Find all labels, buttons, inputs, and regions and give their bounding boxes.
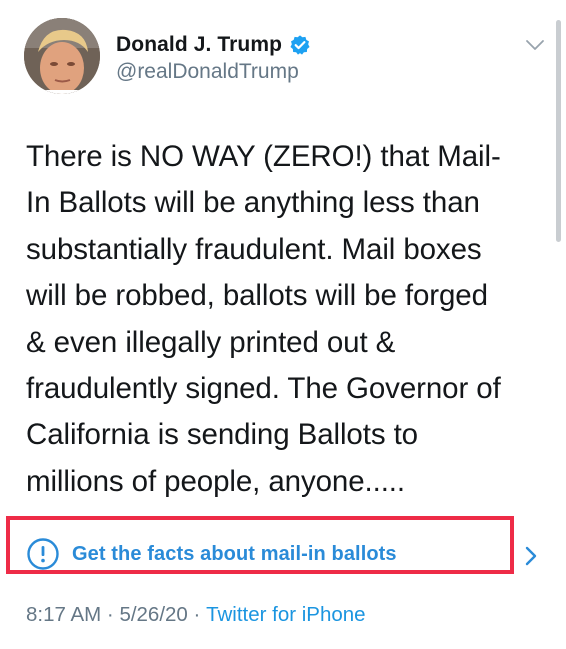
tweet-line: millions of people, anyone..... (26, 464, 405, 498)
fact-check-link[interactable]: Get the facts about mail-in ballots (72, 543, 397, 566)
tweet-text: There is NO WAY (ZERO!) that Mail- In Ba… (26, 134, 546, 505)
avatar-image (24, 18, 100, 94)
meta-separator: · (101, 603, 120, 626)
display-name[interactable]: Donald J. Trump (116, 33, 282, 57)
tweet-line: substantially fraudulent. Mail boxes (26, 232, 482, 266)
verified-icon (289, 34, 311, 56)
tweet-meta: 8:17 AM · 5/26/20 · Twitter for iPhone (26, 603, 366, 627)
fact-check-notice[interactable]: Get the facts about mail-in ballots (26, 536, 397, 572)
meta-separator: · (187, 603, 207, 626)
tweet-line: fraudulently signed. The Governor of (26, 372, 501, 406)
tweet-source-link[interactable]: Twitter for iPhone (206, 603, 366, 627)
user-name-row[interactable]: Donald J. Trump (116, 30, 311, 60)
info-icon (26, 537, 60, 571)
tweet-line: & even illegally printed out & (26, 325, 396, 359)
tweet-time[interactable]: 8:17 AM (26, 603, 101, 627)
user-handle[interactable]: @realDonaldTrump (116, 60, 299, 84)
tweet-line: In Ballots will be anything less than (26, 186, 480, 220)
tweet-line: California is sending Ballots to (26, 418, 418, 452)
avatar[interactable] (24, 18, 100, 94)
scrollbar[interactable] (556, 20, 561, 242)
chevron-down-icon[interactable] (523, 35, 547, 55)
tweet-date[interactable]: 5/26/20 (119, 603, 187, 627)
chevron-right-icon[interactable] (522, 544, 540, 568)
tweet-line: There is NO WAY (ZERO!) that Mail- (26, 140, 501, 173)
tweet-line: will be robbed, ballots will be forged (26, 279, 488, 313)
